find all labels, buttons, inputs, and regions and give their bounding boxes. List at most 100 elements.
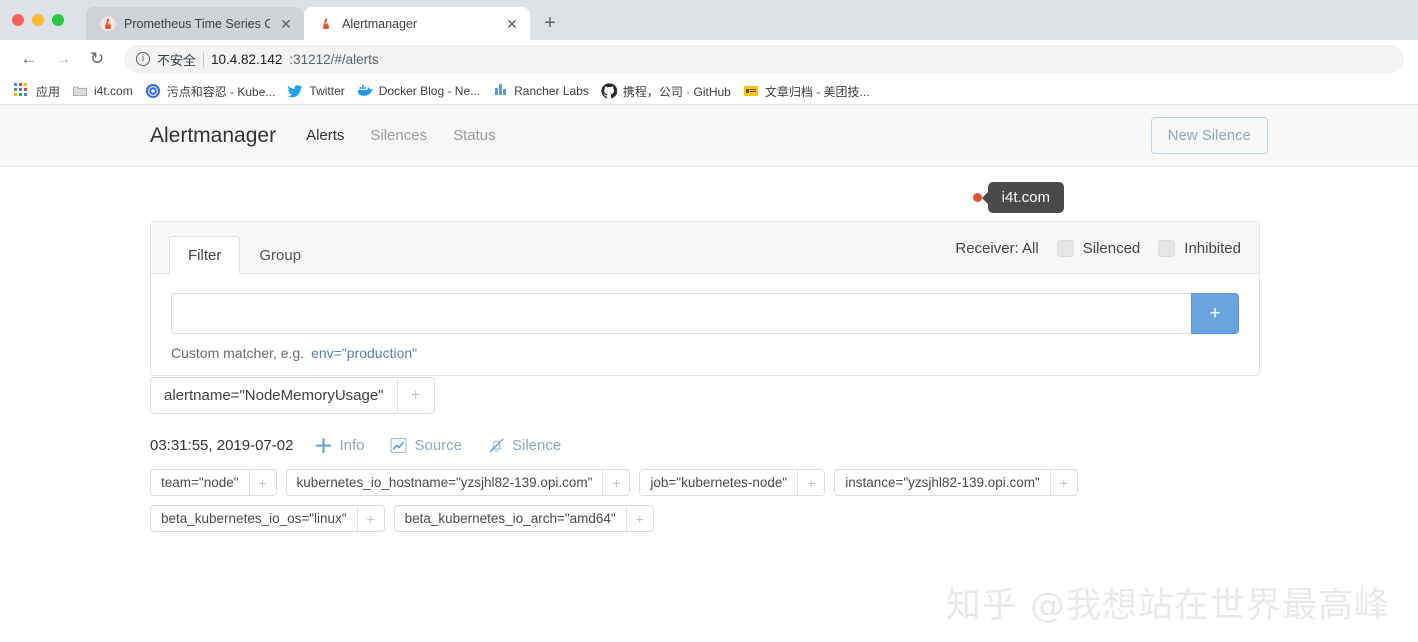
bookmark-label: 应用 xyxy=(36,84,61,99)
label-chip[interactable]: beta_kubernetes_io_os="linux" + xyxy=(150,505,385,532)
nav-item-silences[interactable]: Silences xyxy=(370,127,427,144)
chip-label: job="kubernetes-node" xyxy=(650,475,788,490)
chip-label: kubernetes_io_hostname="yzsjhl82-139.opi… xyxy=(296,475,593,490)
chip-add-icon[interactable]: + xyxy=(797,470,824,495)
maximize-window-button[interactable] xyxy=(52,14,64,26)
add-matcher-button[interactable]: + xyxy=(1191,293,1239,334)
matcher-input[interactable] xyxy=(171,293,1191,334)
url-path: :31212/#/alerts xyxy=(289,51,379,67)
bookmark-kubernetes-blog[interactable]: 污点和容忍 - Kube... xyxy=(143,79,286,103)
chip-add-icon[interactable]: + xyxy=(396,378,434,413)
bookmark-label: 污点和容忍 - Kube... xyxy=(166,84,276,99)
tooltip-text: i4t.com xyxy=(987,182,1064,213)
chip-add-icon[interactable]: + xyxy=(356,506,384,531)
plus-icon xyxy=(316,438,332,453)
chip-add-icon[interactable]: + xyxy=(1049,470,1077,495)
bookmark-meituan-tech[interactable]: 文章归档 - 美团技... xyxy=(741,79,880,103)
alert-labels-row-1: team="node" + kubernetes_io_hostname="yz… xyxy=(150,469,1260,496)
close-tab-icon[interactable]: ✕ xyxy=(278,16,294,32)
browser-toolbar: ← → ↻ i 不安全 10.4.82.142 :31212/#/alerts xyxy=(0,40,1418,78)
checkbox-box[interactable] xyxy=(1158,239,1176,257)
info-action[interactable]: Info xyxy=(315,437,364,454)
alertmanager-page: Alertmanager Alerts Silences Status New … xyxy=(0,105,1418,642)
tab-filter[interactable]: Filter xyxy=(169,236,241,274)
github-icon xyxy=(601,83,617,99)
bookmark-label: Docker Blog - Ne... xyxy=(378,84,481,98)
label-chip[interactable]: kubernetes_io_hostname="yzsjhl82-139.opi… xyxy=(285,469,631,496)
bookmark-apps[interactable]: 应用 xyxy=(12,79,70,103)
bookmark-github[interactable]: 携程，公司 · GitHub xyxy=(599,79,741,103)
bookmarks-bar: 应用 i4t.com 污点和容忍 - Kube... Twitter Docke… xyxy=(0,78,1418,105)
label-chip[interactable]: instance="yzsjhl82-139.opi.com" + xyxy=(834,469,1078,496)
bookmark-label: Rancher Labs xyxy=(514,84,589,98)
bookmark-label: 携程，公司 · GitHub xyxy=(622,84,731,99)
forward-icon[interactable]: → xyxy=(48,44,78,74)
hint-prefix: Custom matcher, e.g. xyxy=(171,345,305,361)
label-chip[interactable]: beta_kubernetes_io_arch="amd64" + xyxy=(393,505,654,532)
browser-chrome: Prometheus Time Series Collec ✕ Alertman… xyxy=(0,0,1418,105)
twitter-bird-icon xyxy=(288,85,303,98)
source-action[interactable]: Source xyxy=(390,437,462,454)
new-tab-button[interactable]: + xyxy=(536,9,564,37)
action-label: Info xyxy=(339,437,365,454)
label-chip[interactable]: team="node" + xyxy=(150,469,277,496)
matcher-input-row: + xyxy=(171,293,1239,334)
action-label: Silence xyxy=(512,437,562,454)
browser-tab-alertmanager[interactable]: Alertmanager ✕ xyxy=(304,7,530,40)
chip-add-icon[interactable]: + xyxy=(248,470,276,495)
chip-label: team="node" xyxy=(161,475,239,490)
bookmark-i4t[interactable]: i4t.com xyxy=(70,79,143,103)
nav-item-status[interactable]: Status xyxy=(453,127,496,144)
filter-card: Filter Group Receiver: All Silenced Inhi… xyxy=(150,221,1260,376)
silenced-checkbox[interactable]: Silenced xyxy=(1056,239,1140,257)
info-icon[interactable]: i xyxy=(136,52,150,66)
new-silence-button[interactable]: New Silence xyxy=(1150,117,1268,154)
tab-strip: Prometheus Time Series Collec ✕ Alertman… xyxy=(0,0,1418,40)
silence-action[interactable]: Silence xyxy=(488,437,561,454)
alert-timestamp: 03:31:55, 2019-07-02 xyxy=(150,437,294,454)
bell-slash-icon xyxy=(489,438,504,453)
chip-label: beta_kubernetes_io_arch="amd64" xyxy=(404,511,616,526)
tab-group[interactable]: Group xyxy=(240,236,320,274)
url-host: 10.4.82.142 xyxy=(211,51,283,67)
main-nav: Alerts Silences Status xyxy=(306,127,1151,144)
bookmark-rancher-labs[interactable]: Rancher Labs xyxy=(490,79,599,103)
alert-group: alertname="NodeMemoryUsage" + 03:31:55, … xyxy=(150,377,1260,532)
omnibox-divider xyxy=(203,51,205,67)
inhibited-checkbox[interactable]: Inhibited xyxy=(1158,239,1241,257)
chart-line-icon xyxy=(390,438,408,453)
receiver-tooltip: i4t.com xyxy=(972,182,1064,213)
alert-meta-row: 03:31:55, 2019-07-02 Info Source Silence xyxy=(150,437,1260,454)
label-chip[interactable]: job="kubernetes-node" + xyxy=(639,469,826,496)
filter-header-controls: Receiver: All Silenced Inhibited xyxy=(955,222,1241,274)
address-bar[interactable]: i 不安全 10.4.82.142 :31212/#/alerts xyxy=(124,45,1404,73)
alert-status-dot xyxy=(972,193,982,202)
bookmark-label: 文章归档 - 美团技... xyxy=(764,84,870,99)
page-title: Alertmanager xyxy=(150,123,277,147)
reload-icon[interactable]: ↻ xyxy=(82,44,112,74)
meituan-icon xyxy=(743,86,758,96)
close-tab-icon[interactable]: ✕ xyxy=(504,16,520,32)
bookmark-docker-blog[interactable]: Docker Blog - Ne... xyxy=(355,79,490,103)
checkbox-label: Inhibited xyxy=(1184,239,1241,257)
browser-tab-prometheus[interactable]: Prometheus Time Series Collec ✕ xyxy=(86,7,304,40)
chip-add-icon[interactable]: + xyxy=(602,470,629,495)
bookmark-twitter[interactable]: Twitter xyxy=(285,79,354,103)
minimize-window-button[interactable] xyxy=(32,14,44,26)
app-navbar: Alertmanager Alerts Silences Status New … xyxy=(0,105,1418,167)
chip-add-icon[interactable]: + xyxy=(625,506,653,531)
prometheus-flame-icon xyxy=(100,16,116,31)
hint-example-code: env="production" xyxy=(311,345,418,361)
chip-label: alertname="NodeMemoryUsage" xyxy=(164,387,384,404)
back-icon[interactable]: ← xyxy=(14,44,44,74)
close-window-button[interactable] xyxy=(12,14,24,26)
alert-group-chip[interactable]: alertname="NodeMemoryUsage" + xyxy=(150,377,435,414)
nav-item-alerts[interactable]: Alerts xyxy=(306,127,344,144)
kubernetes-icon xyxy=(145,84,160,98)
receiver-label[interactable]: Receiver: All xyxy=(955,240,1038,257)
chip-label: instance="yzsjhl82-139.opi.com" xyxy=(845,475,1040,490)
tab-title: Alertmanager xyxy=(342,16,418,31)
filter-card-header: Filter Group Receiver: All Silenced Inhi… xyxy=(151,222,1259,274)
docker-whale-icon xyxy=(357,85,373,96)
checkbox-box[interactable] xyxy=(1056,239,1074,257)
